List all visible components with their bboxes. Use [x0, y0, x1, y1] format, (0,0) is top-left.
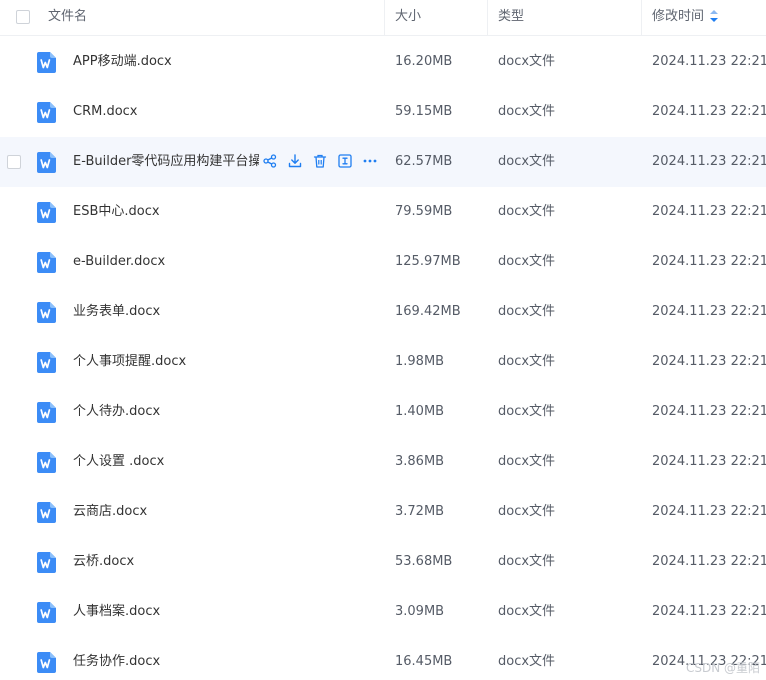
- file-modified: 2024.11.23 22:21: [652, 454, 766, 469]
- table-row[interactable]: E-Builder零代码应用构建平台操作 62.57MB docx文件 2024.11…: [0, 137, 766, 187]
- file-name[interactable]: e-Builder.docx: [73, 237, 165, 287]
- file-name[interactable]: 业务表单.docx: [73, 287, 160, 337]
- file-size: 3.86MB: [395, 454, 445, 469]
- file-name[interactable]: 云商店.docx: [73, 487, 147, 537]
- header-modified-label: 修改时间: [652, 9, 705, 24]
- file-name[interactable]: 个人事项提醒.docx: [73, 337, 186, 387]
- file-size: 3.72MB: [395, 504, 445, 519]
- table-row[interactable]: ESB中心.docx 79.59MB docx文件 2024.11.23 22:21: [0, 187, 766, 237]
- word-doc-icon: [37, 352, 56, 373]
- word-doc-icon: [37, 502, 56, 523]
- file-size: 125.97MB: [395, 254, 461, 269]
- file-type: docx文件: [498, 504, 556, 519]
- file-type: docx文件: [498, 54, 556, 69]
- table-row[interactable]: 任务协作.docx 16.45MB docx文件 2024.11.23 22:21: [0, 637, 766, 680]
- file-modified: 2024.11.23 22:21: [652, 404, 766, 419]
- watermark: CSDN @重陌: [685, 661, 760, 675]
- file-size: 169.42MB: [395, 304, 461, 319]
- word-doc-icon: [37, 152, 56, 173]
- file-name[interactable]: APP移动端.docx: [73, 37, 172, 87]
- table-row[interactable]: 个人事项提醒.docx 1.98MB docx文件 2024.11.23 22:21: [0, 337, 766, 387]
- table-row[interactable]: 云桥.docx 53.68MB docx文件 2024.11.23 22:21: [0, 537, 766, 587]
- file-modified: 2024.11.23 22:21: [652, 154, 766, 169]
- file-modified: 2024.11.23 22:21: [652, 604, 766, 619]
- word-doc-icon: [37, 302, 56, 323]
- column-divider[interactable]: [384, 0, 385, 36]
- file-name[interactable]: 云桥.docx: [73, 537, 134, 587]
- file-name[interactable]: ESB中心.docx: [73, 187, 160, 237]
- file-name[interactable]: 个人待办.docx: [73, 387, 160, 437]
- file-size: 1.98MB: [395, 354, 445, 369]
- file-size: 3.09MB: [395, 604, 445, 619]
- table-row[interactable]: APP移动端.docx 16.20MB docx文件 2024.11.23 22:21: [0, 37, 766, 87]
- header-modified[interactable]: 修改时间: [652, 0, 719, 36]
- word-doc-icon: [37, 102, 56, 123]
- sort-icon[interactable]: [710, 10, 719, 22]
- share-icon[interactable]: [262, 153, 278, 169]
- file-modified: 2024.11.23 22:21: [652, 204, 766, 219]
- table-header: 文件名 大小 类型 修改时间: [0, 0, 766, 36]
- word-doc-icon: [37, 552, 56, 573]
- select-all-checkbox[interactable]: [16, 10, 30, 24]
- file-type: docx文件: [498, 354, 556, 369]
- table-row[interactable]: 个人待办.docx 1.40MB docx文件 2024.11.23 22:21: [0, 387, 766, 437]
- file-size: 16.20MB: [395, 54, 453, 69]
- file-modified: 2024.11.23 22:21: [652, 104, 766, 119]
- table-row[interactable]: 业务表单.docx 169.42MB docx文件 2024.11.23 22:21: [0, 287, 766, 337]
- file-size: 62.57MB: [395, 154, 453, 169]
- file-type: docx文件: [498, 304, 556, 319]
- file-modified: 2024.11.23 22:21: [652, 504, 766, 519]
- word-doc-icon: [37, 452, 56, 473]
- table-row[interactable]: 个人设置 .docx 3.86MB docx文件 2024.11.23 22:21: [0, 437, 766, 487]
- file-type: docx文件: [498, 654, 556, 669]
- word-doc-icon: [37, 652, 56, 673]
- file-type: docx文件: [498, 104, 556, 119]
- file-type: docx文件: [498, 554, 556, 569]
- download-icon[interactable]: [287, 153, 303, 169]
- header-type[interactable]: 类型: [498, 0, 524, 36]
- file-name[interactable]: 人事档案.docx: [73, 587, 160, 637]
- column-divider[interactable]: [487, 0, 488, 36]
- file-size: 53.68MB: [395, 554, 453, 569]
- header-size[interactable]: 大小: [395, 0, 421, 36]
- delete-icon[interactable]: [312, 153, 328, 169]
- rename-icon[interactable]: [337, 153, 353, 169]
- file-list: APP移动端.docx 16.20MB docx文件 2024.11.23 22:21…: [0, 37, 766, 680]
- file-name[interactable]: 个人设置 .docx: [73, 437, 164, 487]
- file-type: docx文件: [498, 604, 556, 619]
- file-modified: 2024.11.23 22:21: [652, 304, 766, 319]
- file-modified: 2024.11.23 22:21: [652, 554, 766, 569]
- word-doc-icon: [37, 602, 56, 623]
- word-doc-icon: [37, 202, 56, 223]
- word-doc-icon: [37, 252, 56, 273]
- table-row[interactable]: 人事档案.docx 3.09MB docx文件 2024.11.23 22:21: [0, 587, 766, 637]
- file-modified: 2024.11.23 22:21: [652, 354, 766, 369]
- file-size: 79.59MB: [395, 204, 453, 219]
- header-name[interactable]: 文件名: [48, 0, 87, 36]
- file-name[interactable]: 任务协作.docx: [73, 637, 160, 680]
- file-type: docx文件: [498, 454, 556, 469]
- file-type: docx文件: [498, 204, 556, 219]
- table-row[interactable]: 云商店.docx 3.72MB docx文件 2024.11.23 22:21: [0, 487, 766, 537]
- file-name[interactable]: E-Builder零代码应用构建平台操作: [73, 137, 259, 187]
- table-row[interactable]: e-Builder.docx 125.97MB docx文件 2024.11.23 2…: [0, 237, 766, 287]
- file-size: 16.45MB: [395, 654, 453, 669]
- file-type: docx文件: [498, 254, 556, 269]
- file-modified: 2024.11.23 22:21: [652, 54, 766, 69]
- file-size: 1.40MB: [395, 404, 445, 419]
- file-type: docx文件: [498, 404, 556, 419]
- word-doc-icon: [37, 52, 56, 73]
- column-divider[interactable]: [641, 0, 642, 36]
- file-name[interactable]: CRM.docx: [73, 87, 138, 137]
- table-row[interactable]: CRM.docx 59.15MB docx文件 2024.11.23 22:21: [0, 87, 766, 137]
- file-size: 59.15MB: [395, 104, 453, 119]
- file-modified: 2024.11.23 22:21: [652, 254, 766, 269]
- file-type: docx文件: [498, 154, 556, 169]
- more-icon[interactable]: [362, 153, 378, 169]
- word-doc-icon: [37, 402, 56, 423]
- row-checkbox[interactable]: [7, 155, 21, 169]
